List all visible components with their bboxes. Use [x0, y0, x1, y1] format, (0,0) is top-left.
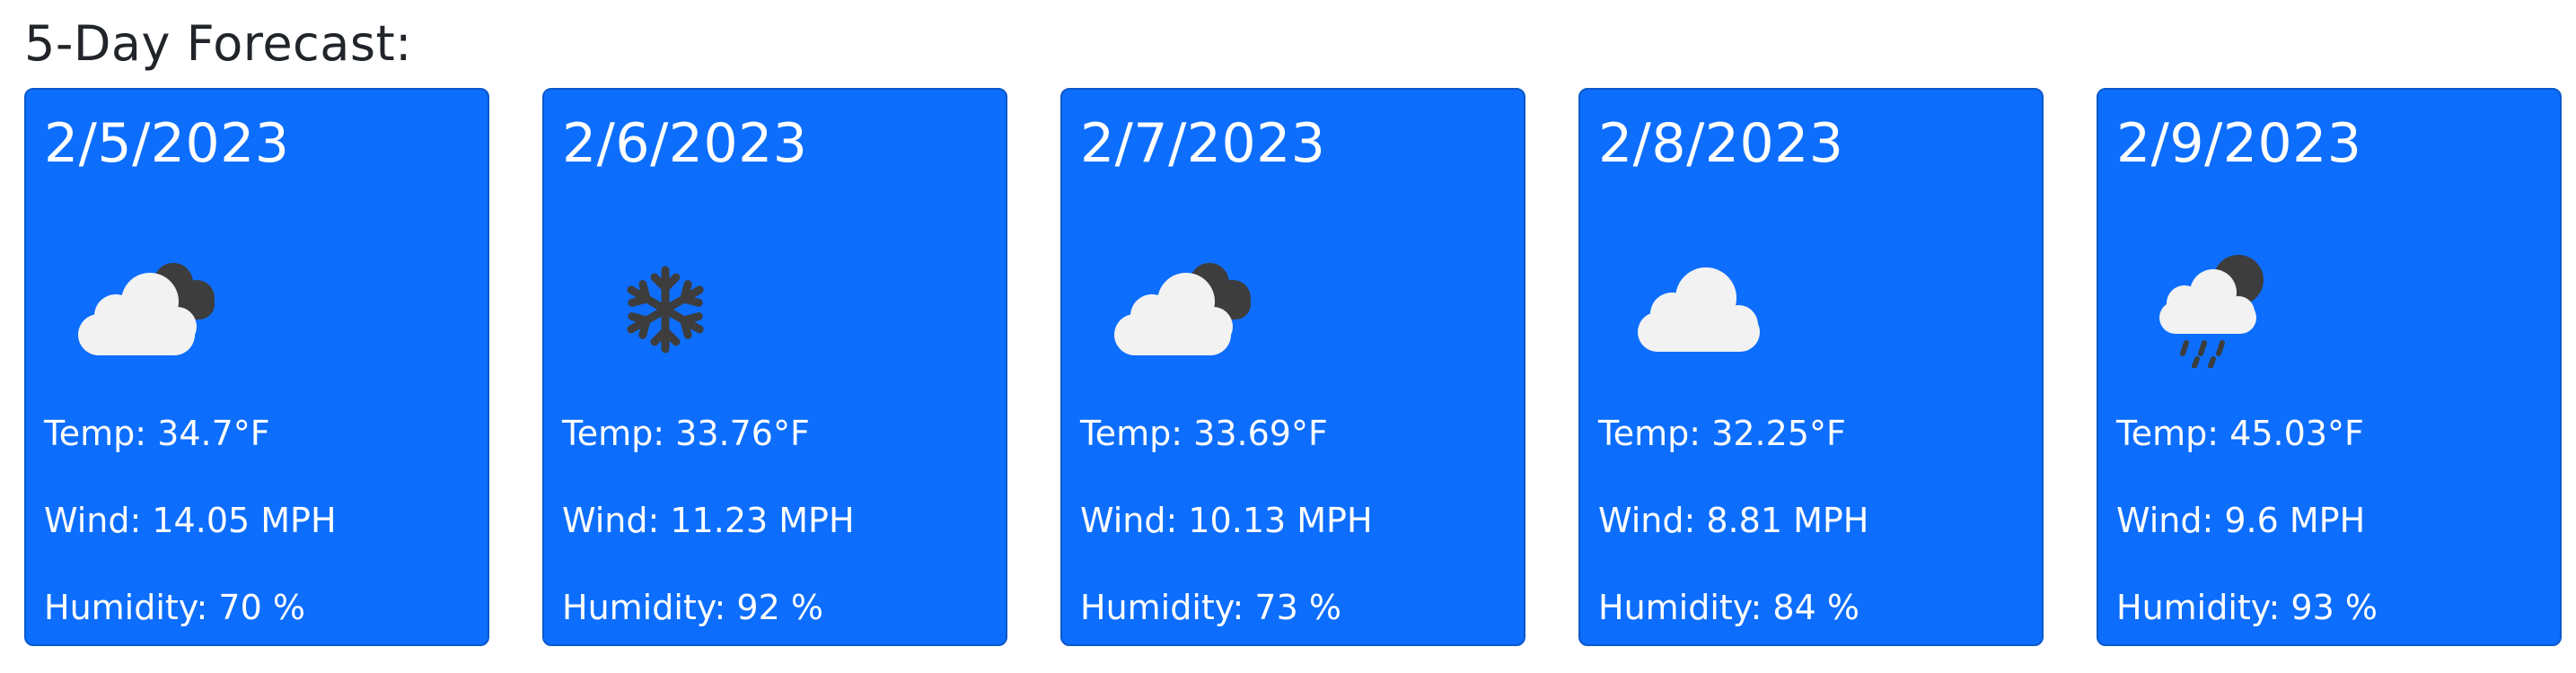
temp-value: Temp: 33.76°F — [562, 414, 810, 453]
forecast-section: 5-Day Forecast: 2/5/2023 Temp: 34.7°F Wi… — [0, 0, 2576, 673]
humidity-value: Humidity: 73 % — [1080, 588, 1341, 627]
forecast-date: 2/8/2023 — [1598, 112, 1844, 175]
broken-clouds-icon — [62, 233, 233, 368]
humidity-value: Humidity: 93 % — [2116, 588, 2378, 627]
rain-night-icon — [2134, 233, 2305, 368]
wind-value: Wind: 10.13 MPH — [1080, 501, 1373, 540]
humidity-value: Humidity: 92 % — [562, 588, 823, 627]
temp-value: Temp: 34.7°F — [44, 414, 270, 453]
wind-value: Wind: 9.6 MPH — [2116, 501, 2366, 540]
temp-value: Temp: 32.25°F — [1598, 414, 1846, 453]
forecast-date: 2/5/2023 — [44, 112, 290, 175]
cloud-icon — [1616, 233, 1787, 368]
snow-icon — [580, 233, 751, 368]
forecast-card: 2/7/2023 Temp: 33.69°F Wind: 10.13 MPH H… — [1060, 88, 1525, 646]
wind-value: Wind: 8.81 MPH — [1598, 501, 1869, 540]
temp-value: Temp: 33.69°F — [1080, 414, 1328, 453]
forecast-card: 2/6/2023 Temp: 33.76°F Wind: 11.23 MPH H… — [542, 88, 1007, 646]
forecast-cards: 2/5/2023 Temp: 34.7°F Wind: 14.05 MPH Hu… — [24, 88, 2576, 646]
forecast-card: 2/5/2023 Temp: 34.7°F Wind: 14.05 MPH Hu… — [24, 88, 489, 646]
humidity-value: Humidity: 84 % — [1598, 588, 1859, 627]
section-title: 5-Day Forecast: — [24, 15, 412, 72]
forecast-date: 2/6/2023 — [562, 112, 808, 175]
humidity-value: Humidity: 70 % — [44, 588, 305, 627]
forecast-card: 2/9/2023 Temp: 45.03°F Wind: 9.6 MPH Hum… — [2097, 88, 2562, 646]
forecast-date: 2/7/2023 — [1080, 112, 1326, 175]
wind-value: Wind: 11.23 MPH — [562, 501, 855, 540]
wind-value: Wind: 14.05 MPH — [44, 501, 337, 540]
temp-value: Temp: 45.03°F — [2116, 414, 2364, 453]
forecast-date: 2/9/2023 — [2116, 112, 2362, 175]
broken-clouds-icon — [1098, 233, 1269, 368]
forecast-card: 2/8/2023 Temp: 32.25°F Wind: 8.81 MPH Hu… — [1578, 88, 2044, 646]
